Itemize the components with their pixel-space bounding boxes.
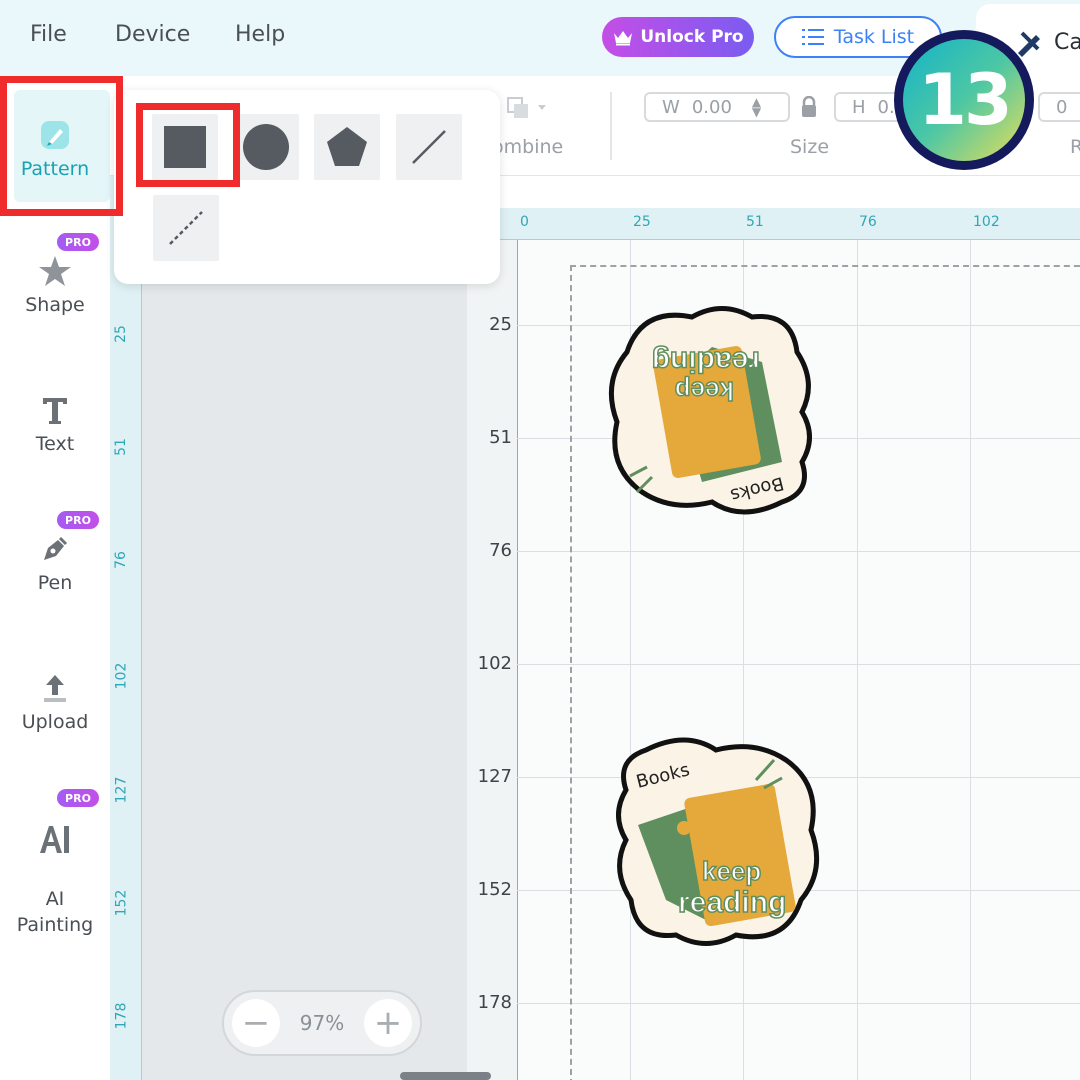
sticker-keep-reading[interactable]: keep reading Books [606, 730, 830, 954]
text-t-icon [43, 398, 67, 424]
rotation-value: 0 [1056, 96, 1068, 118]
sidebar-item-ai-label: AI Painting [16, 888, 94, 936]
sidebar-item-text[interactable]: Text [0, 393, 110, 457]
zoom-control: − 97% + [222, 990, 422, 1056]
sidebar-item-upload-label: Upload [21, 711, 89, 733]
pro-badge-shape: PRO [57, 233, 99, 251]
left-ruler: 25 51 76 102 127 152 178 [110, 176, 142, 1080]
sidebar-item-pen[interactable]: Pen [0, 532, 110, 596]
canvas-y-label: 51 [489, 427, 512, 448]
shape-option-pentagon[interactable] [314, 114, 380, 180]
canvas-y-label: 76 [489, 540, 512, 561]
canvas-y-label: 127 [477, 766, 512, 787]
ruler-left-label: 51 [112, 438, 129, 456]
zoom-in-button[interactable]: + [363, 999, 412, 1047]
canvas-y-label: 102 [477, 653, 512, 674]
width-value: 0.00 [691, 96, 732, 118]
width-stepper-icon[interactable]: ▲ ▼ [752, 96, 761, 118]
ruler-left-label: 76 [112, 551, 129, 569]
canvas-origin-line [517, 240, 518, 1080]
pattern-highlight-box [0, 76, 123, 216]
zoom-level: 97% [299, 1011, 345, 1035]
canvas-y-label: 178 [477, 992, 512, 1013]
star-shape-icon [39, 256, 71, 286]
sidebar-item-shape-label: Shape [25, 294, 85, 316]
menu-file[interactable]: File [30, 22, 67, 47]
unlock-pro-label: Unlock Pro [640, 27, 744, 47]
square-highlight-box [136, 103, 240, 187]
shape-option-line[interactable] [396, 114, 462, 180]
pentagon-shape-icon [327, 127, 367, 166]
height-label: H [852, 96, 866, 118]
step-number-badge: 13 [894, 30, 1034, 170]
ruler-top-label: 76 [859, 214, 877, 230]
unlock-pro-button[interactable]: Unlock Pro [602, 17, 754, 57]
sticker-text-keep: keep [675, 376, 734, 406]
shape-option-dashed-line[interactable] [153, 195, 219, 261]
pro-badge-pen: PRO [57, 511, 99, 529]
size-label: Size [790, 136, 830, 158]
ai-icon [40, 826, 69, 853]
ruler-top-label: 25 [633, 214, 651, 230]
ruler-top-label: 102 [973, 214, 1000, 230]
canvas-y-label: 152 [477, 879, 512, 900]
list-icon [801, 29, 824, 45]
toolbar-divider [610, 92, 612, 160]
top-ruler: 0 25 51 76 102 [467, 208, 1080, 240]
dashed-line-shape-icon [169, 211, 203, 245]
circle-shape-icon [243, 124, 289, 170]
pro-badge-ai: PRO [57, 789, 99, 807]
sticker-keep-reading-flipped[interactable]: keep reading Books [598, 298, 822, 522]
horizontal-scrollbar[interactable] [400, 1072, 491, 1080]
sticker-text-keep: keep [702, 856, 761, 886]
sidebar-item-upload[interactable]: Upload [0, 671, 110, 735]
sidebar-item-pen-label: Pen [37, 572, 73, 594]
menu-help[interactable]: Help [235, 22, 285, 47]
cut-tab-label: Ca [1054, 29, 1080, 55]
combine-icon[interactable] [506, 96, 552, 120]
cut-tools-icon [1018, 31, 1040, 57]
canvas-top-strip [467, 176, 1080, 208]
sidebar-item-shape[interactable]: Shape [0, 254, 110, 318]
rotation-field[interactable]: 0 [1038, 92, 1080, 122]
workspace-area [142, 176, 467, 1080]
sticker-text-reading: reading [678, 886, 786, 919]
width-label: W [662, 96, 680, 118]
ruler-left-label: 127 [113, 776, 130, 804]
shape-option-circle[interactable] [233, 114, 299, 180]
width-field[interactable]: W 0.00 ▲ ▼ [644, 92, 790, 122]
ruler-left-label: 178 [113, 1002, 130, 1030]
sidebar-item-ai-painting[interactable]: AI Painting [0, 796, 110, 938]
ruler-top-label: 51 [746, 214, 764, 230]
menu-device[interactable]: Device [115, 22, 190, 47]
task-list-label: Task List [833, 26, 915, 48]
line-shape-icon [412, 130, 446, 164]
ruler-left-label: 102 [113, 662, 130, 690]
sticker-text-reading: reading [652, 345, 760, 378]
rotate-label: R [1070, 136, 1080, 158]
ruler-top-label: 0 [520, 214, 529, 230]
sidebar-item-text-label: Text [35, 433, 75, 455]
height-value: 0. [877, 96, 895, 118]
zoom-out-button[interactable]: − [232, 999, 280, 1047]
lock-icon[interactable] [800, 96, 818, 118]
step-number: 13 [903, 39, 1025, 161]
crown-icon [614, 31, 633, 46]
ruler-left-label: 152 [113, 889, 130, 917]
ruler-left-label: 25 [112, 325, 129, 343]
canvas-y-label: 25 [489, 314, 512, 335]
pen-icon [44, 536, 68, 560]
combine-label: ombine [492, 136, 564, 158]
upload-icon [44, 675, 66, 702]
